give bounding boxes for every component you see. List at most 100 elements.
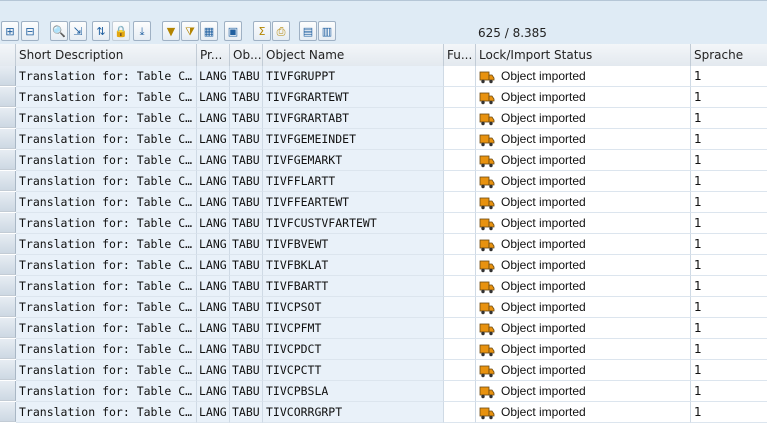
cell-short-description: Translation for: Table C… xyxy=(16,192,197,213)
table-row[interactable]: Translation for: Table C… LANG TABU TIVFBVE… xyxy=(0,234,767,255)
row-selector[interactable] xyxy=(0,360,16,380)
truck-icon xyxy=(479,343,495,357)
cell-program-id: LANG xyxy=(197,339,230,360)
cell-function xyxy=(444,87,476,108)
select-all-icon[interactable]: ⊞ xyxy=(1,21,19,41)
col-function[interactable]: Fu... xyxy=(444,44,476,66)
truck-icon xyxy=(479,259,495,273)
cell-object-type: TABU xyxy=(230,339,263,360)
table-row[interactable]: Translation for: Table C… LANG TABU TIVFCUS… xyxy=(0,213,767,234)
row-selector[interactable] xyxy=(0,66,16,86)
layout-icon[interactable]: ▥ xyxy=(318,21,336,41)
cell-object-name: TIVFGRUPPT xyxy=(263,66,444,87)
cell-lock-import-status: Object imported xyxy=(476,339,691,360)
table-row[interactable]: Translation for: Table C… LANG TABU TIVFBKL… xyxy=(0,255,767,276)
expand-icon[interactable]: ⇲ xyxy=(69,21,87,41)
cell-sprache: 1 xyxy=(691,276,767,297)
cell-lock-import-status: Object imported xyxy=(476,297,691,318)
status-text: Object imported xyxy=(501,174,586,188)
cell-sprache: 1 xyxy=(691,234,767,255)
row-selector[interactable] xyxy=(0,402,16,422)
row-selector[interactable] xyxy=(0,318,16,338)
col-object-name[interactable]: Object Name xyxy=(263,44,444,66)
table-row[interactable]: Translation for: Table C… LANG TABU TIVFFLA… xyxy=(0,171,767,192)
cell-lock-import-status: Object imported xyxy=(476,87,691,108)
row-selector[interactable] xyxy=(0,192,16,212)
table-row[interactable]: Translation for: Table C… LANG TABU TIVCPFM… xyxy=(0,318,767,339)
cell-function xyxy=(444,171,476,192)
cell-program-id: LANG xyxy=(197,402,230,423)
col-short-description[interactable]: Short Description xyxy=(16,44,197,66)
select-all-header[interactable] xyxy=(0,44,16,66)
cell-sprache: 1 xyxy=(691,66,767,87)
find-icon[interactable]: 🔍 xyxy=(50,21,68,41)
table-row[interactable]: Translation for: Table C… LANG TABU TIVCPCT… xyxy=(0,360,767,381)
cell-object-type: TABU xyxy=(230,360,263,381)
table-row[interactable]: Translation for: Table C… LANG TABU TIVCPSO… xyxy=(0,297,767,318)
row-selector[interactable] xyxy=(0,129,16,149)
cell-lock-import-status: Object imported xyxy=(476,276,691,297)
cell-sprache: 1 xyxy=(691,297,767,318)
status-text: Object imported xyxy=(501,111,586,125)
table-row[interactable]: Translation for: Table C… LANG TABU TIVCPBS… xyxy=(0,381,767,402)
table-row[interactable]: Translation for: Table C… LANG TABU TIVFGRA… xyxy=(0,87,767,108)
row-selector[interactable] xyxy=(0,150,16,170)
cell-lock-import-status: Object imported xyxy=(476,234,691,255)
cell-lock-import-status: Object imported xyxy=(476,129,691,150)
row-selector[interactable] xyxy=(0,234,16,254)
col-program-id[interactable]: Pr... xyxy=(197,44,230,66)
print-icon[interactable]: ⎙ xyxy=(272,21,290,41)
table-row[interactable]: Translation for: Table C… LANG TABU TIVFGRU… xyxy=(0,66,767,87)
table-row[interactable]: Translation for: Table C… LANG TABU TIVFFEA… xyxy=(0,192,767,213)
cell-program-id: LANG xyxy=(197,381,230,402)
cell-lock-import-status: Object imported xyxy=(476,318,691,339)
truck-icon xyxy=(479,154,495,168)
row-selector[interactable] xyxy=(0,87,16,107)
cell-object-type: TABU xyxy=(230,318,263,339)
cell-object-name: TIVFBARTT xyxy=(263,276,444,297)
table-row[interactable]: Translation for: Table C… LANG TABU TIVCPDC… xyxy=(0,339,767,360)
cell-object-type: TABU xyxy=(230,192,263,213)
status-text: Object imported xyxy=(501,300,586,314)
cell-lock-import-status: Object imported xyxy=(476,66,691,87)
table-row[interactable]: Translation for: Table C… LANG TABU TIVFGRA… xyxy=(0,108,767,129)
cell-short-description: Translation for: Table C… xyxy=(16,66,197,87)
filter-settings-icon[interactable]: ⧩ xyxy=(181,21,199,41)
deselect-all-icon[interactable]: ⊟ xyxy=(21,21,39,41)
col-object-type[interactable]: Ob... xyxy=(230,44,263,66)
row-selector[interactable] xyxy=(0,381,16,401)
cell-program-id: LANG xyxy=(197,276,230,297)
lock-icon[interactable]: 🔒 xyxy=(112,21,130,41)
row-selector[interactable] xyxy=(0,108,16,128)
cell-function xyxy=(444,339,476,360)
col-lock-import-status[interactable]: Lock/Import Status xyxy=(476,44,691,66)
filter-icon[interactable]: ▼ xyxy=(162,21,180,41)
hierarchy-icon[interactable]: ⇅ xyxy=(92,21,110,41)
cell-program-id: LANG xyxy=(197,129,230,150)
row-selector[interactable] xyxy=(0,171,16,191)
cell-object-name: TIVCPSOT xyxy=(263,297,444,318)
sum-icon[interactable]: Σ xyxy=(253,21,271,41)
download-icon[interactable]: ⤓ xyxy=(133,21,151,41)
row-selector[interactable] xyxy=(0,255,16,275)
col-sprache[interactable]: Sprache xyxy=(691,44,767,66)
row-selector[interactable] xyxy=(0,339,16,359)
status-text: Object imported xyxy=(501,258,586,272)
row-selector[interactable] xyxy=(0,213,16,233)
export-icon[interactable]: ▤ xyxy=(299,21,317,41)
table-row[interactable]: Translation for: Table C… LANG TABU TIVFBAR… xyxy=(0,276,767,297)
cell-object-name: TIVFBKLAT xyxy=(263,255,444,276)
truck-icon xyxy=(479,301,495,315)
table-row[interactable]: Translation for: Table C… LANG TABU TIVFGEM… xyxy=(0,129,767,150)
cell-function xyxy=(444,129,476,150)
table-row[interactable]: Translation for: Table C… LANG TABU TIVCORR… xyxy=(0,402,767,423)
display-icon[interactable]: ▦ xyxy=(200,21,218,41)
row-selector[interactable] xyxy=(0,297,16,317)
cell-function xyxy=(444,213,476,234)
details-icon[interactable]: ▣ xyxy=(224,21,242,41)
row-selector[interactable] xyxy=(0,276,16,296)
cell-function xyxy=(444,360,476,381)
table-row[interactable]: Translation for: Table C… LANG TABU TIVFGEM… xyxy=(0,150,767,171)
cell-object-name: TIVFGEMARKT xyxy=(263,150,444,171)
cell-short-description: Translation for: Table C… xyxy=(16,129,197,150)
